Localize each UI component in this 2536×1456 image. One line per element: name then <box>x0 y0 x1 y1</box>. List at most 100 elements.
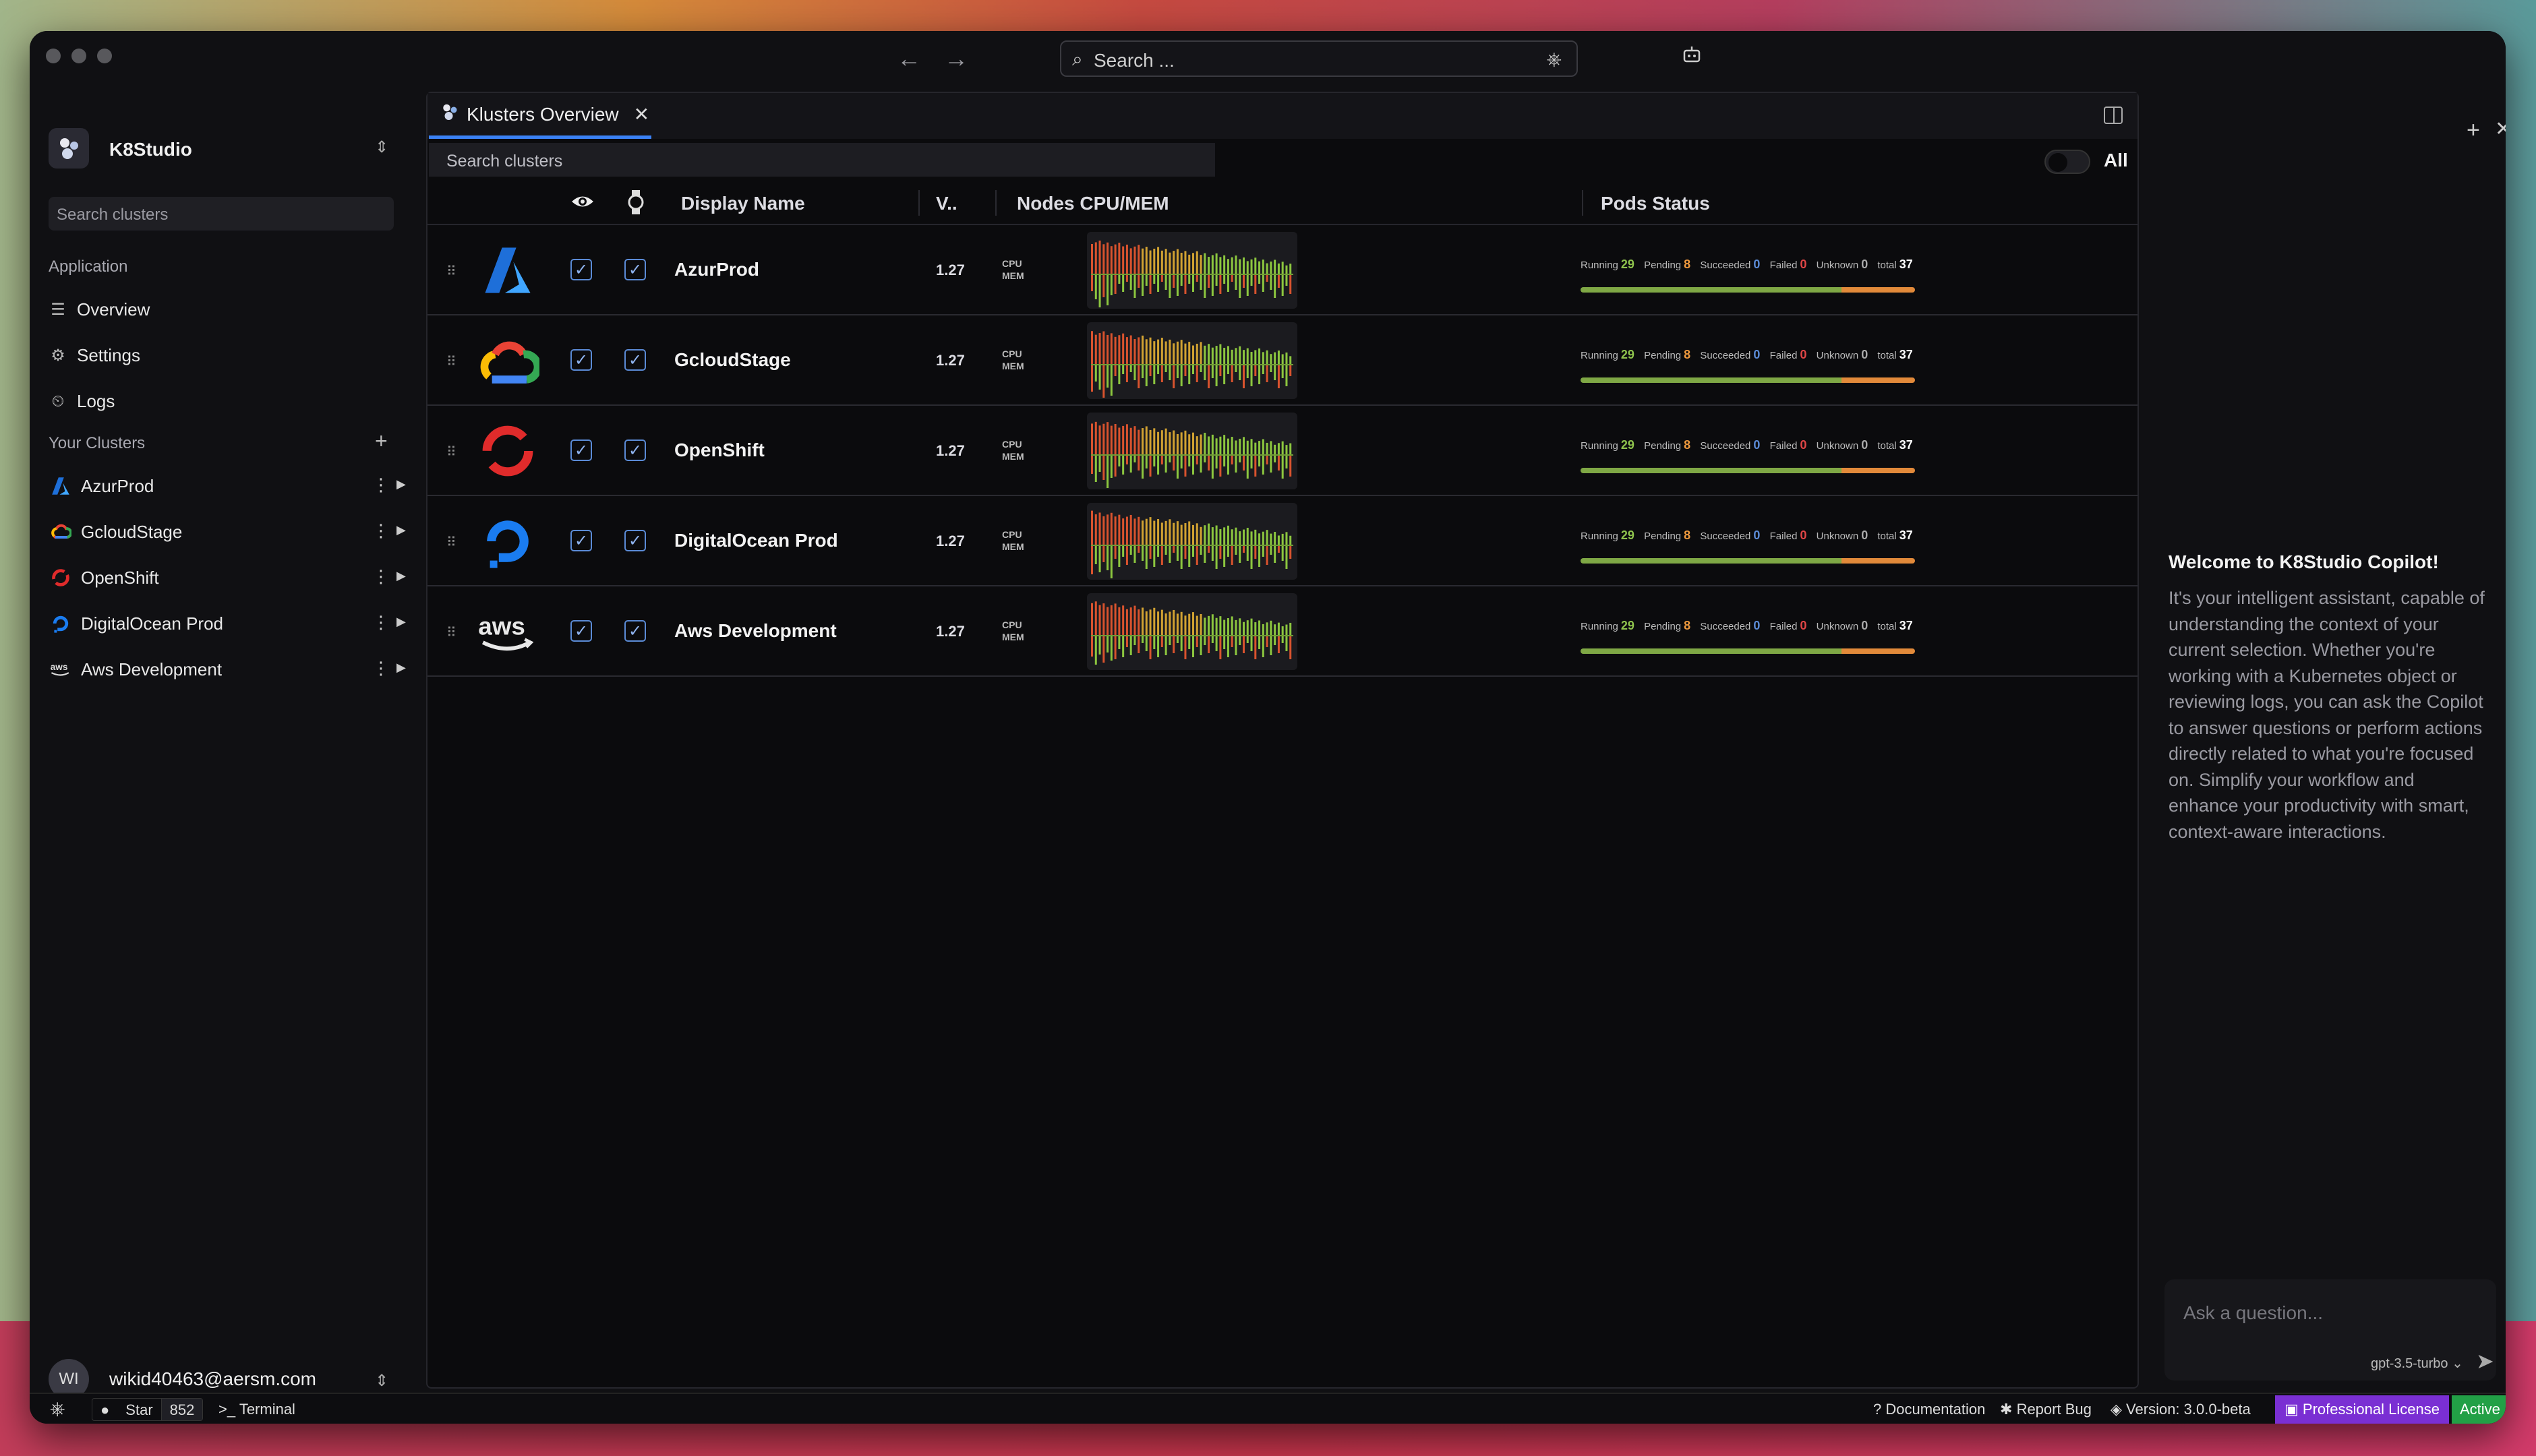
visible-checkbox[interactable]: ✓ <box>570 349 592 371</box>
watch-checkbox[interactable]: ✓ <box>624 349 646 371</box>
table-row[interactable]: ⠿ ✓ ✓ OpenShift 1.27 CPU MEM Running 29 Pe… <box>427 406 2137 496</box>
window-minimize-dot[interactable] <box>71 49 86 63</box>
digitalocean-icon <box>476 511 539 572</box>
display-name-column-header[interactable]: Display Name <box>681 193 805 214</box>
window-zoom-dot[interactable] <box>97 49 112 63</box>
column-divider[interactable] <box>995 190 997 216</box>
pods-status-summary: Running 29 Pending 8 Succeeded 0 Failed 0 Un… <box>1581 528 1920 543</box>
table-row[interactable]: ⠿ aws ✓ ✓ Aws Development 1.27 CPU MEM Ru… <box>427 586 2137 677</box>
license-badge[interactable]: ▣ Professional License <box>2275 1395 2449 1424</box>
expand-arrow-icon[interactable]: ▶ <box>396 661 406 675</box>
eye-icon[interactable] <box>570 191 595 215</box>
table-row[interactable]: ⠿ ✓ ✓ DigitalOcean Prod 1.27 CPU MEM Runn… <box>427 496 2137 586</box>
cpu-bar <box>1270 620 1272 635</box>
visible-checkbox[interactable]: ✓ <box>570 530 592 551</box>
table-row[interactable]: ⠿ ✓ ✓ GcloudStage 1.27 CPU MEM Running 29 … <box>427 315 2137 406</box>
cpu-bar <box>1188 342 1191 364</box>
terminal-button[interactable]: >_ Terminal <box>218 1401 295 1418</box>
watch-checkbox[interactable]: ✓ <box>624 439 646 461</box>
sidebar-cluster-gcloudstage[interactable]: GcloudStage ⋮ ▶ <box>49 515 413 549</box>
mem-bar <box>1129 636 1132 655</box>
copilot-question-input[interactable]: Ask a question... gpt-3.5-turbo ⌄ ➤ <box>2164 1279 2496 1381</box>
app-switcher-chevron-icon[interactable]: ⇕ <box>375 138 388 157</box>
visible-checkbox[interactable]: ✓ <box>570 620 592 642</box>
cpu-bar <box>1114 244 1117 274</box>
mem-bar <box>1219 365 1222 376</box>
sidebar-item-label: Settings <box>77 345 140 365</box>
kebab-menu-icon[interactable]: ⋮ <box>372 520 390 541</box>
cpu-bar <box>1160 250 1163 274</box>
show-all-toggle[interactable] <box>2044 150 2090 174</box>
mem-bar <box>1094 456 1097 482</box>
close-icon[interactable]: ✕ <box>2495 117 2506 141</box>
kebab-menu-icon[interactable]: ⋮ <box>372 658 390 679</box>
watch-checkbox[interactable]: ✓ <box>624 620 646 642</box>
cpu-bar <box>1173 522 1175 545</box>
model-selector[interactable]: gpt-3.5-turbo ⌄ <box>2371 1355 2463 1372</box>
sidebar-item-overview[interactable]: ☰ Overview <box>49 299 150 320</box>
send-icon[interactable]: ➤ <box>2476 1348 2494 1374</box>
total-count: 37 <box>1899 257 1913 271</box>
drag-handle-icon[interactable]: ⠿ <box>446 444 456 460</box>
mem-bar <box>1110 636 1113 661</box>
visible-checkbox[interactable]: ✓ <box>570 259 592 280</box>
documentation-link[interactable]: ? Documentation <box>1873 1401 1985 1418</box>
drag-handle-icon[interactable]: ⠿ <box>446 534 456 551</box>
sidebar-item-logs[interactable]: ⏲ Logs <box>49 391 115 412</box>
cluster-name: GcloudStage <box>674 349 791 370</box>
version-column-header[interactable]: V.. <box>936 193 957 214</box>
mem-bar <box>1118 275 1121 284</box>
kebab-menu-icon[interactable]: ⋮ <box>372 566 390 587</box>
column-divider[interactable] <box>918 190 920 216</box>
cpu-bar <box>1114 424 1117 454</box>
expand-arrow-icon[interactable]: ▶ <box>396 523 406 537</box>
back-arrow-icon[interactable]: ← <box>897 44 921 73</box>
forward-arrow-icon[interactable]: → <box>944 44 968 73</box>
cpu-bar <box>1138 337 1140 364</box>
tab-klusters-overview[interactable]: Klusters Overview ✕ <box>429 93 651 139</box>
report-bug-link[interactable]: ✱ Report Bug <box>2000 1401 2092 1418</box>
expand-arrow-icon[interactable]: ▶ <box>396 569 406 583</box>
drag-handle-icon[interactable]: ⠿ <box>446 263 456 280</box>
visible-checkbox[interactable]: ✓ <box>570 439 592 461</box>
watch-checkbox[interactable]: ✓ <box>624 530 646 551</box>
watch-checkbox[interactable]: ✓ <box>624 259 646 280</box>
kebab-menu-icon[interactable]: ⋮ <box>372 475 390 495</box>
cpu-bar <box>1243 621 1245 635</box>
cpu-bar <box>1094 334 1097 364</box>
kubernetes-icon[interactable]: ⎈ <box>50 1398 65 1420</box>
new-chat-icon[interactable]: + <box>2467 117 2480 144</box>
sidebar-cluster-azurprod[interactable]: AzurProd ⋮ ▶ <box>49 469 413 503</box>
drag-handle-icon[interactable]: ⠿ <box>446 624 456 641</box>
pending-label: Pending <box>1644 621 1682 632</box>
global-search-input[interactable]: ⌕ Search ... ⎈ <box>1060 40 1578 77</box>
pods-column-header[interactable]: Pods Status <box>1601 193 1710 214</box>
drag-handle-icon[interactable]: ⠿ <box>446 353 456 370</box>
cluster-search-input[interactable]: Search clusters <box>429 143 1215 177</box>
nodes-column-header[interactable]: Nodes CPU/MEM <box>1017 193 1169 214</box>
robot-icon[interactable] <box>1682 44 1702 70</box>
mem-bar <box>1091 546 1093 574</box>
table-row[interactable]: ⠿ ✓ ✓ AzurProd 1.27 CPU MEM Running 29 Pen… <box>427 225 2137 315</box>
add-cluster-button[interactable]: + <box>375 429 388 454</box>
github-star-button[interactable]: ● Star 852 <box>92 1398 204 1421</box>
cpu-bar <box>1192 432 1194 454</box>
account-switcher-chevron-icon[interactable]: ⇕ <box>375 1371 388 1391</box>
mem-bar <box>1246 275 1249 296</box>
split-view-icon[interactable] <box>2104 107 2123 124</box>
window-close-dot[interactable] <box>46 49 61 63</box>
expand-arrow-icon[interactable]: ▶ <box>396 615 406 629</box>
succeeded-label: Succeeded <box>1700 440 1751 452</box>
sidebar-cluster-digitalocean-prod[interactable]: DigitalOcean Prod ⋮ ▶ <box>49 607 413 640</box>
sidebar-cluster-openshift[interactable]: OpenShift ⋮ ▶ <box>49 561 413 595</box>
sidebar-item-settings[interactable]: ⚙ Settings <box>49 345 140 366</box>
cpu-bar <box>1133 518 1136 545</box>
column-divider[interactable] <box>1582 190 1583 216</box>
watch-icon[interactable] <box>627 189 645 219</box>
sidebar-cluster-aws-development[interactable]: aws Aws Development ⋮ ▶ <box>49 653 413 686</box>
expand-arrow-icon[interactable]: ▶ <box>396 477 406 491</box>
close-tab-icon[interactable]: ✕ <box>634 103 649 125</box>
kebab-menu-icon[interactable]: ⋮ <box>372 612 390 633</box>
kubernetes-icon[interactable]: ⎈ <box>1547 49 1562 71</box>
sidebar-search-input[interactable]: Search clusters <box>49 197 394 231</box>
